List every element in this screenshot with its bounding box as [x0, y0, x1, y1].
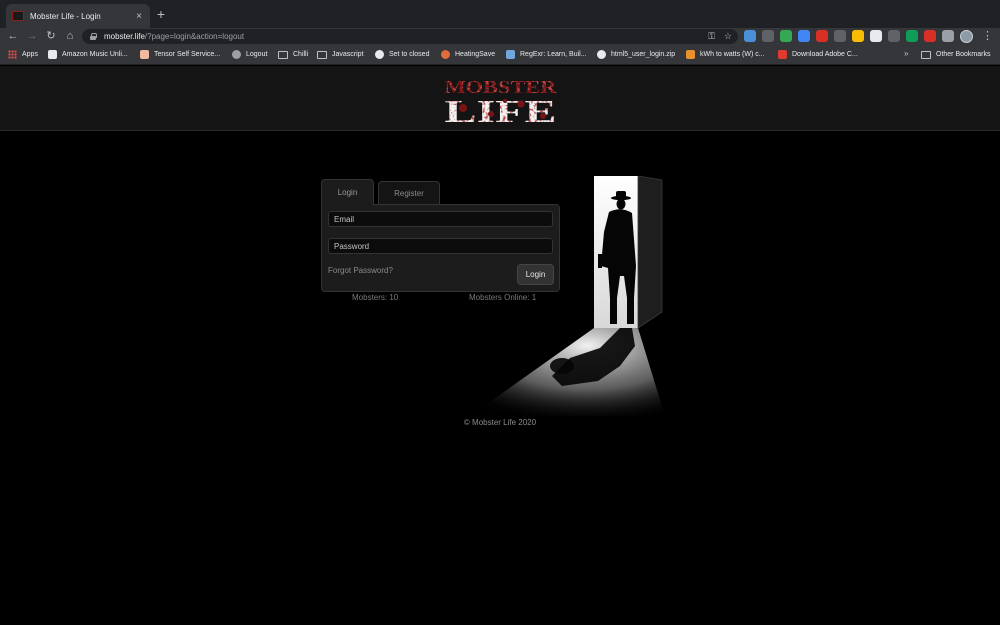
extension-icon[interactable] — [852, 30, 864, 42]
footer-copyright: © Mobster Life 2020 — [463, 418, 537, 427]
extension-icon[interactable] — [888, 30, 900, 42]
site-favicon-icon — [12, 11, 24, 21]
lock-icon[interactable] — [90, 33, 97, 40]
reload-button[interactable]: ↻ — [44, 29, 58, 43]
extension-icon[interactable] — [924, 30, 936, 42]
extension-icon[interactable] — [834, 30, 846, 42]
tab-strip: Mobster Life - Login × + — [0, 0, 1000, 28]
tab-register[interactable]: Register — [378, 181, 440, 204]
bookmark-logout[interactable]: Logout — [232, 49, 267, 60]
mobsters-online-count: Mobsters Online: 1 — [469, 293, 537, 302]
extension-icon[interactable] — [816, 30, 828, 42]
new-tab-button[interactable]: + — [154, 6, 168, 22]
bookmark-heatingsave[interactable]: HeatingSave — [441, 49, 495, 60]
extension-icon[interactable] — [942, 30, 954, 42]
bookmark-tensor[interactable]: Tensor Self Service... — [140, 49, 220, 60]
forward-button[interactable]: → — [25, 29, 39, 43]
tab-login[interactable]: Login — [321, 179, 374, 205]
email-field[interactable] — [328, 211, 553, 227]
profile-avatar[interactable] — [960, 30, 973, 43]
heatingsave-icon — [441, 50, 450, 59]
bookmark-html5-login[interactable]: html5_user_login.zip — [597, 49, 675, 60]
bookmark-chilli[interactable]: Chilli — [278, 49, 308, 60]
bookmarks-overflow-icon[interactable]: » — [904, 49, 908, 58]
browser-menu-icon[interactable]: ⋮ — [982, 29, 993, 43]
extension-icon[interactable] — [798, 30, 810, 42]
address-bar[interactable]: mobster.life /?page=login&action=logout … — [82, 29, 738, 44]
url-path: /?page=login&action=logout — [144, 32, 245, 41]
regexr-icon — [506, 50, 515, 59]
login-form: Forgot Password? Login — [321, 204, 560, 292]
folder-icon — [278, 50, 288, 59]
adobe-icon — [778, 50, 787, 59]
bookmarks-bar: Apps Amazon Music Unli... Tensor Self Se… — [0, 45, 1000, 65]
bookmark-amazon-music[interactable]: Amazon Music Unli... — [48, 49, 128, 60]
tab-close-icon[interactable]: × — [134, 11, 144, 22]
bookmark-star-icon[interactable]: ☆ — [724, 30, 732, 42]
extension-icon[interactable] — [870, 30, 882, 42]
folder-icon — [317, 50, 327, 59]
bookmark-kwh-watts[interactable]: kWh to watts (W) c... — [686, 49, 765, 60]
bookmark-set-to-closed[interactable]: Set to closed — [375, 49, 429, 60]
extension-icon[interactable] — [780, 30, 792, 42]
globe-icon — [597, 50, 606, 59]
page-content: MOBSTER LIFE Login Register Email Forgot… — [0, 66, 1000, 625]
globe-icon — [375, 50, 384, 59]
tensor-icon — [140, 50, 149, 59]
apps-grid-icon — [8, 50, 17, 59]
amazon-icon — [48, 50, 57, 59]
key-icon[interactable]: ⚿ — [708, 30, 715, 42]
rapidtables-icon — [686, 50, 695, 59]
url-host: mobster.life — [104, 32, 145, 41]
mobster-life-logo[interactable]: MOBSTER LIFE — [443, 74, 558, 124]
password-field[interactable] — [328, 238, 553, 254]
home-button[interactable]: ⌂ — [63, 29, 77, 43]
folder-icon — [921, 50, 931, 59]
extensions-area — [744, 30, 954, 42]
forgot-password-link[interactable]: Forgot Password? — [328, 266, 393, 275]
extension-icon[interactable] — [762, 30, 774, 42]
tab-title: Mobster Life - Login — [30, 11, 101, 21]
mobsters-count: Mobsters: 10 — [352, 293, 399, 302]
site-header: MOBSTER LIFE — [0, 66, 1000, 131]
login-button[interactable]: Login — [517, 264, 554, 285]
browser-toolbar: ← → ↻ ⌂ mobster.life /?page=login&action… — [0, 28, 1000, 45]
bookmark-javascript[interactable]: Javascript — [317, 49, 364, 60]
bookmark-other-bookmarks[interactable]: Other Bookmarks — [921, 49, 990, 60]
bookmark-regexr[interactable]: RegExr: Learn, Buil... — [506, 49, 587, 60]
extension-icon[interactable] — [906, 30, 918, 42]
extension-icon[interactable] — [744, 30, 756, 42]
bookmark-adobe[interactable]: Download Adobe C... — [778, 49, 858, 60]
back-button[interactable]: ← — [6, 29, 20, 43]
logout-icon — [232, 50, 241, 59]
bookmark-apps[interactable]: Apps — [8, 49, 38, 60]
browser-tab[interactable]: Mobster Life - Login × — [6, 4, 150, 28]
